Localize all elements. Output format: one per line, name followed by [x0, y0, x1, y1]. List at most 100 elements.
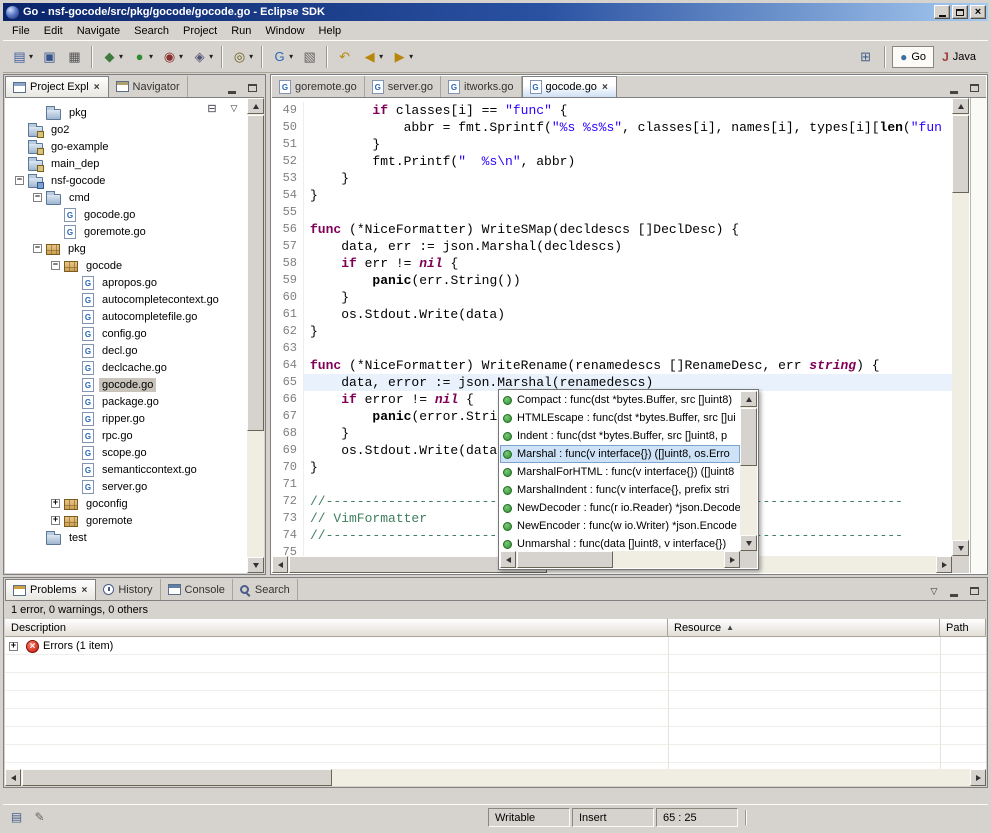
maximize-editor-button[interactable] [964, 79, 984, 97]
editor-tab-goremote-go[interactable]: goremote.go [272, 76, 365, 97]
back-button[interactable]: ◀▾ [357, 45, 387, 69]
tree-item-autocompletecontext-go[interactable]: autocompletecontext.go [5, 291, 247, 308]
tree-item-rpc-go[interactable]: rpc.go [5, 427, 247, 444]
code-line-57[interactable]: 57 data, err := json.Marshal(decldescs) [272, 238, 952, 255]
code-line-63[interactable]: 63 [272, 340, 952, 357]
scroll-left-button[interactable] [5, 769, 21, 786]
completion-item-indent[interactable]: Indent : func(dst *bytes.Buffer, src []u… [500, 427, 740, 445]
perspective-go[interactable]: ●Go [892, 46, 934, 68]
tree-item-apropos-go[interactable]: apropos.go [5, 274, 247, 291]
tree-item-scope-go[interactable]: scope.go [5, 444, 247, 461]
scroll-right-button[interactable] [936, 556, 952, 573]
menu-search[interactable]: Search [127, 23, 176, 39]
tree-item-go2[interactable]: go2 [5, 121, 247, 138]
scroll-left-button[interactable] [272, 556, 288, 573]
code-line-64[interactable]: 64func (*NiceFormatter) WriteRename(rena… [272, 357, 952, 374]
title-bar[interactable]: Go - nsf-gocode/src/pkg/gocode/gocode.go… [3, 3, 988, 21]
tree-item-test[interactable]: test [5, 529, 247, 546]
expander-plus-icon[interactable]: + [51, 516, 60, 525]
open-perspective-button[interactable]: ⊞ [853, 45, 878, 69]
dropdown-arrow-icon[interactable]: ▾ [179, 52, 183, 61]
code-line-53[interactable]: 53 } [272, 170, 952, 187]
explorer-tab-navigator[interactable]: Navigator [109, 76, 188, 97]
new-wizard-button[interactable]: ▤▾ [7, 45, 37, 69]
dropdown-arrow-icon[interactable]: ▾ [149, 52, 153, 61]
scrollbar-thumb[interactable] [22, 769, 332, 786]
editor-tab-itworks-go[interactable]: itworks.go [441, 76, 522, 97]
tree-item-goconfig[interactable]: +goconfig [5, 495, 247, 512]
code-line-56[interactable]: 56func (*NiceFormatter) WriteSMap(declde… [272, 221, 952, 238]
last-edit-location-button[interactable]: ↶ [332, 45, 357, 69]
new-go-element-button[interactable]: G▾ [267, 45, 297, 69]
code-line-58[interactable]: 58 if err != nil { [272, 255, 952, 272]
maximize-window-button[interactable] [952, 5, 968, 19]
tree-item-goremote-go[interactable]: goremote.go [5, 223, 247, 240]
code-line-50[interactable]: 50 abbr = fmt.Sprintf("%s %s%s", classes… [272, 119, 952, 136]
expander-plus-icon[interactable]: + [9, 642, 18, 651]
maximize-problems-button[interactable] [964, 582, 984, 600]
minimize-view-button[interactable] [222, 79, 242, 97]
scroll-up-button[interactable] [247, 98, 264, 114]
menu-navigate[interactable]: Navigate [70, 23, 127, 39]
run-button[interactable]: ●▾ [127, 45, 157, 69]
completion-item-compact[interactable]: Compact : func(dst *bytes.Buffer, src []… [500, 391, 740, 409]
tree-item-autocompletefile-go[interactable]: autocompletefile.go [5, 308, 247, 325]
fast-view-bar-icon[interactable]: ▤ [8, 809, 25, 826]
menu-file[interactable]: File [5, 23, 37, 39]
close-tab-icon[interactable]: × [80, 585, 88, 596]
tree-item-gocode[interactable]: −gocode [5, 257, 247, 274]
explorer-tab-project-expl[interactable]: Project Expl× [5, 76, 109, 97]
maximize-view-button[interactable] [242, 79, 262, 97]
problems-tab-history[interactable]: History [96, 579, 160, 600]
tree-item-pkg[interactable]: −pkg [5, 240, 247, 257]
forward-button[interactable]: ▶▾ [387, 45, 417, 69]
scroll-up-button[interactable] [952, 98, 969, 114]
tree-item-semanticcontext-go[interactable]: semanticcontext.go [5, 461, 247, 478]
code-line-49[interactable]: 49 if classes[i] == "func" { [272, 102, 952, 119]
problems-view-menu-button[interactable]: ▽ [924, 582, 944, 600]
completion-item-marshalindent[interactable]: MarshalIndent : func(v interface{}, pref… [500, 481, 740, 499]
minimize-window-button[interactable] [934, 5, 950, 19]
column-header-description[interactable]: Description [5, 619, 668, 637]
scroll-right-button[interactable] [970, 769, 986, 786]
problems-tab-console[interactable]: Console [161, 579, 233, 600]
expander-minus-icon[interactable]: − [51, 261, 60, 270]
menu-run[interactable]: Run [224, 23, 258, 39]
dropdown-arrow-icon[interactable]: ▾ [289, 52, 293, 61]
collapse-all-button[interactable]: ⊟ [203, 100, 221, 116]
expander-minus-icon[interactable]: − [33, 244, 42, 253]
dropdown-arrow-icon[interactable]: ▾ [249, 52, 253, 61]
expander-minus-icon[interactable]: − [33, 193, 42, 202]
dropdown-arrow-icon[interactable]: ▾ [379, 52, 383, 61]
completion-item-newdecoder[interactable]: NewDecoder : func(r io.Reader) *json.Dec… [500, 499, 740, 517]
expander-minus-icon[interactable]: − [15, 176, 24, 185]
perspective-java[interactable]: JJava [934, 46, 984, 68]
menu-window[interactable]: Window [258, 23, 311, 39]
code-line-61[interactable]: 61 os.Stdout.Write(data) [272, 306, 952, 323]
editor-tab-server-go[interactable]: server.go [365, 76, 441, 97]
tree-item-gocode-go[interactable]: gocode.go [5, 376, 247, 393]
minimize-problems-button[interactable] [944, 582, 964, 600]
pencil-icon[interactable]: ✎ [31, 809, 48, 826]
external-tools-button[interactable]: ◈▾ [187, 45, 217, 69]
tree-item-config-go[interactable]: config.go [5, 325, 247, 342]
scrollbar-thumb[interactable] [517, 551, 613, 568]
debug-button[interactable]: ◆▾ [97, 45, 127, 69]
editor-tab-gocode-go[interactable]: gocode.go× [522, 76, 617, 97]
completion-item-unmarshal[interactable]: Unmarshal : func(data []uint8, v interfa… [500, 535, 740, 551]
dropdown-arrow-icon[interactable]: ▾ [119, 52, 123, 61]
tree-item-package-go[interactable]: package.go [5, 393, 247, 410]
tree-item-server-go[interactable]: server.go [5, 478, 247, 495]
completion-item-marshalforhtml[interactable]: MarshalForHTML : func(v interface{}) ([]… [500, 463, 740, 481]
tree-item-ripper-go[interactable]: ripper.go [5, 410, 247, 427]
problem-row-errors-1-item[interactable]: +Errors (1 item) [5, 637, 986, 655]
print-button[interactable]: ▦ [62, 45, 87, 69]
problems-tab-search[interactable]: Search [233, 579, 298, 600]
view-menu-button[interactable]: ▽ [225, 100, 243, 116]
expander-plus-icon[interactable]: + [51, 499, 60, 508]
popup-horizontal-scrollbar[interactable] [500, 551, 740, 568]
scroll-right-button[interactable] [724, 551, 740, 568]
tree-item-declcache-go[interactable]: declcache.go [5, 359, 247, 376]
tree-item-goremote[interactable]: +goremote [5, 512, 247, 529]
problems-tab-problems[interactable]: Problems× [5, 579, 96, 600]
